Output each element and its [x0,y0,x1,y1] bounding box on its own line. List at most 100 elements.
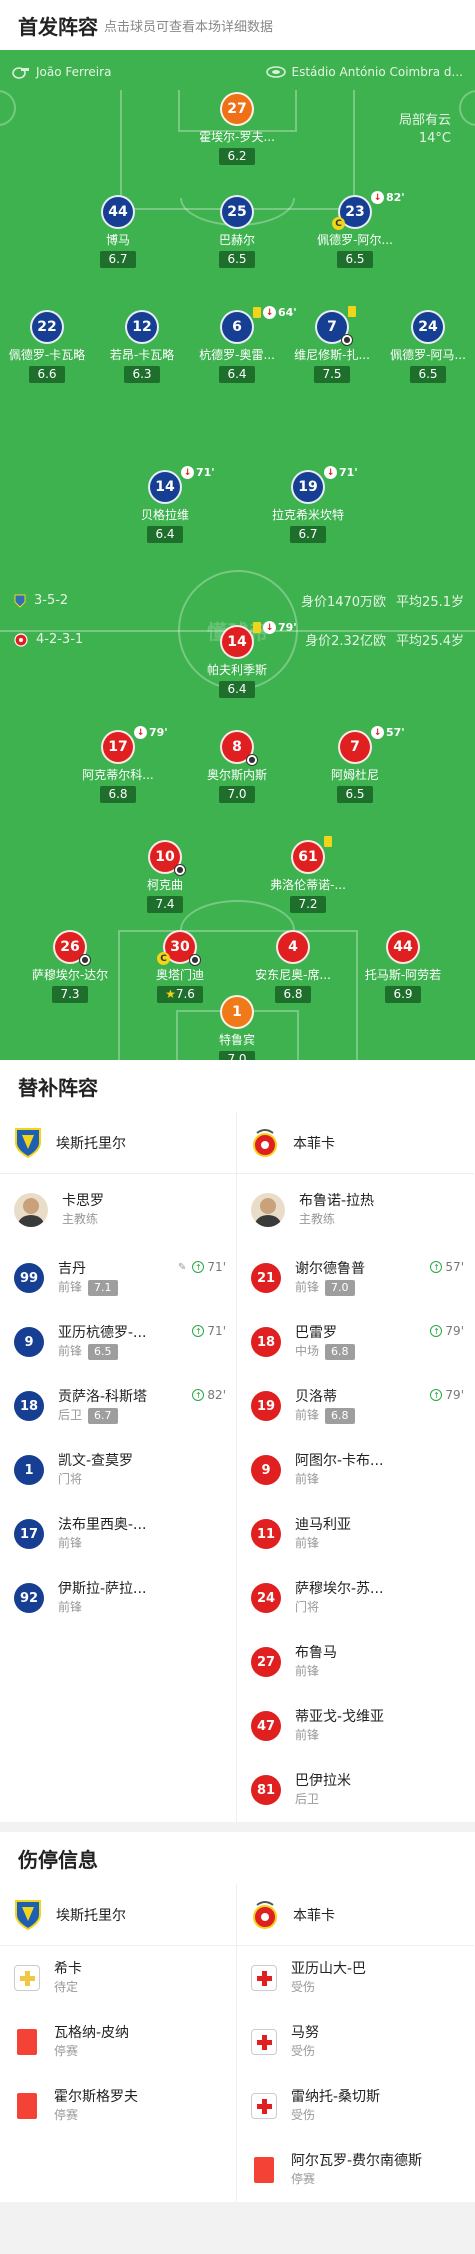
sub-position: 前锋 [295,1536,320,1550]
player-rating: 6.6 [29,366,65,383]
weather-info: 局部有云 14°C [399,112,451,148]
sub-name: 巴伊拉米 [295,1773,351,1789]
player-home-1[interactable]: 1 特鲁宾 7.0 [182,995,292,1060]
player-number-badge: 4 [276,930,310,964]
sub-position: 前锋 [295,1728,320,1742]
doubtful-medical-icon [14,1965,40,1991]
player-away-7[interactable]: 7 ● 维尼修斯-扎... 7.5 [277,306,387,383]
player-rating: 6.7 [290,526,326,543]
sub-number: 24 [251,1583,281,1613]
player-rating: 6.4 [219,366,255,383]
injury-row[interactable]: 瓦格纳-皮纳 停赛 [0,2010,236,2074]
injury-row[interactable]: 雷纳托-桑切斯 受伤 [237,2074,474,2138]
player-rating: 6.5 [219,251,255,268]
injury-status: 停赛 [291,2172,316,2186]
player-away-12[interactable]: 12 若昂-卡瓦略 6.3 [87,310,197,383]
sub-row[interactable]: 19 贝洛蒂 前锋 6.8 ↑ 79' [237,1374,474,1438]
sub-name: 法布里西奥-... [58,1517,147,1533]
away-coach[interactable]: 卡思罗 主教练 [0,1174,236,1246]
sub-row[interactable]: 11 迪马利亚 前锋 [237,1502,474,1566]
sub-number: 99 [14,1263,44,1293]
player-home-10[interactable]: 10 ● 柯克曲 7.4 [110,840,220,913]
player-home-4[interactable]: 4 安东尼奥-席... 6.8 [238,930,348,1003]
sub-number: 18 [251,1327,281,1357]
player-home-44[interactable]: 44 托马斯-阿劳若 6.9 [348,930,458,1003]
player-name: 维尼修斯-扎... [294,348,370,362]
substitution-indicator: ↓ 71' [324,466,358,479]
player-home-8[interactable]: 8 ● 奥尔斯内斯 7.0 [182,730,292,803]
sub-row[interactable]: 99 吉丹 前锋 7.1 ✎ ↑ 71' [0,1246,236,1310]
sub-row[interactable]: 17 法布里西奥-... 前锋 [0,1502,236,1566]
away-injury-team-row[interactable]: 埃斯托里尔 [0,1884,236,1946]
sub-row[interactable]: 18 贡萨洛-科斯塔 后卫 6.7 ↑ 82' [0,1374,236,1438]
injury-row[interactable]: 希卡 待定 [0,1946,236,2010]
player-away-23[interactable]: 23 ↓ 82' C 佩德罗-阿尔... 6.5 [300,191,410,268]
substitution-indicator: ↓ 79' [134,726,168,739]
player-away-25[interactable]: 25 巴赫尔 6.5 [182,195,292,268]
home-injury-team-row[interactable]: 本菲卡 [237,1884,474,1946]
sub-in-time: ✎ ↑ 71' [178,1260,226,1274]
injury-row[interactable]: 霍尔斯格罗夫 停赛 [0,2074,236,2138]
sub-row[interactable]: 81 巴伊拉米 后卫 [237,1758,474,1822]
sub-row[interactable]: 18 巴雷罗 中场 6.8 ↑ 79' [237,1310,474,1374]
player-away-14[interactable]: 14 ↓ 71' 贝格拉维 6.4 [110,466,220,543]
corner-arc [459,90,475,126]
sub-row[interactable]: 47 蒂亚戈-戈维亚 前锋 [237,1694,474,1758]
sub-number: 17 [14,1519,44,1549]
sub-rating: 6.7 [88,1407,118,1424]
sub-position: 前锋 [58,1600,83,1614]
sub-number: 18 [14,1391,44,1421]
player-home-26[interactable]: 26 ● 萨穆埃尔-达尔 7.3 [15,930,125,1003]
away-team-row[interactable]: 埃斯托里尔 [0,1112,236,1174]
player-home-30[interactable]: 30 C ● 奥塔门迪 ★7.6 [125,930,235,1003]
sub-row[interactable]: 21 谢尔德鲁普 前锋 7.0 ↑ 57' [237,1246,474,1310]
player-home-14[interactable]: 14 ↓ 79' 帕夫利季斯 6.4 [182,621,297,698]
away-crest-icon [14,594,26,608]
player-home-61[interactable]: 61 弗洛伦蒂诺-... 7.2 [253,836,363,913]
player-rating: 6.5 [337,786,373,803]
sub-row[interactable]: 24 萨穆埃尔-苏... 门将 [237,1566,474,1630]
player-home-7[interactable]: 7 ↓ 57' 阿姆杜尼 6.5 [300,726,410,803]
sub-out-icon: ↓ [134,726,147,739]
injury-status: 停赛 [54,2044,79,2058]
player-away-6[interactable]: 6 ↓ 64' 杭德罗-奥雷... 6.4 [182,306,297,383]
home-coach[interactable]: 布鲁诺-拉热 主教练 [237,1174,474,1246]
sub-name: 凯文-查莫罗 [58,1453,134,1469]
goal-ball-icon: ● [246,754,258,766]
assist-icon: ● [79,954,91,966]
home-crest-icon [14,632,28,647]
sub-row[interactable]: 9 亚历杭德罗-... 前锋 6.5 ↑ 71' [0,1310,236,1374]
player-rating: 7.5 [314,366,350,383]
player-away-24[interactable]: 24 佩德罗-阿马... 6.5 [373,310,475,383]
injury-row[interactable]: 阿尔瓦罗-费尔南德斯 停赛 [237,2138,474,2202]
sub-row[interactable]: 9 阿图尔-卡布... 前锋 [237,1438,474,1502]
sub-row[interactable]: 27 布鲁马 前锋 [237,1630,474,1694]
sub-position: 前锋 [295,1280,320,1294]
injury-row[interactable]: 亚历山大-巴 受伤 [237,1946,474,2010]
pitch: João Ferreira Estádio António Coimbra d.… [0,50,475,1060]
sub-out-icon: ↓ [181,466,194,479]
player-rating: 6.3 [124,366,160,383]
player-away-27[interactable]: 27 霍埃尔-罗夫... 6.2 [182,92,292,165]
player-away-19[interactable]: 19 ↓ 71' 拉克希米坎特 6.7 [253,466,363,543]
captain-icon: C [332,217,345,230]
lineup-title: 首发阵容 [18,14,98,39]
injury-medical-icon [251,2093,277,2119]
yellow-card-icon [253,307,261,318]
player-name: 奥塔门迪 [155,968,204,982]
star-icon: ★ [165,987,176,1001]
injury-medical-icon [251,2029,277,2055]
player-away-44[interactable]: 44 博马 6.7 [63,195,173,268]
home-team-row[interactable]: 本菲卡 [237,1112,474,1174]
injury-row[interactable]: 马努 受伤 [237,2010,474,2074]
injury-status: 受伤 [291,2044,316,2058]
player-home-17[interactable]: 17 ↓ 79' 阿克蒂尔科... 6.8 [63,726,173,803]
sub-row[interactable]: 1 凯文-查莫罗 门将 [0,1438,236,1502]
sub-name: 蒂亚戈-戈维亚 [295,1709,385,1725]
sub-number: 81 [251,1775,281,1805]
sub-name: 萨穆埃尔-苏... [295,1581,384,1597]
sub-row[interactable]: 92 伊斯拉-萨拉... 前锋 [0,1566,236,1630]
injured-player-name: 瓦格纳-皮纳 [54,2025,130,2041]
player-rating: 6.7 [100,251,136,268]
player-number-badge: 26 ● [53,930,91,966]
